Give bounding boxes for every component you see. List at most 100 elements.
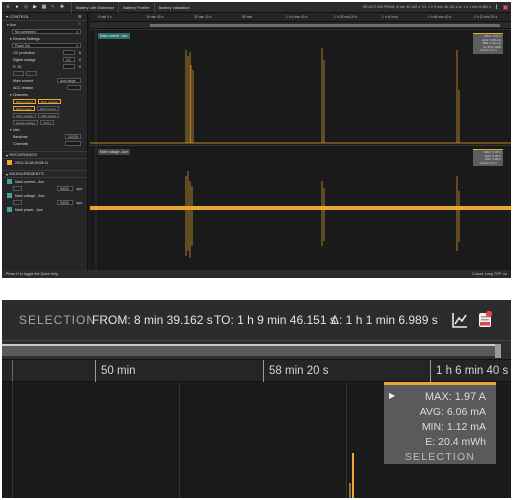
oc-protection-row: OC protection A xyxy=(2,49,87,56)
status-bar: Press H to toggle the Quick Help. Cursor… xyxy=(2,270,511,278)
current-chart[interactable]: Main current - Ace MAX: 1.97 A AVG: 6.06… xyxy=(90,29,511,145)
axis-tick: 1 h 40 min xyxy=(382,15,398,19)
channel-adc-current[interactable]: ADC current xyxy=(36,106,60,111)
axis-tick: 2 h 13 min 20 s xyxy=(474,15,498,19)
scrollbar-thumb[interactable] xyxy=(2,344,501,358)
uart-section[interactable]: ▾ Uart xyxy=(2,126,87,133)
axis-tick: 50 min xyxy=(242,15,253,19)
measurement-checkbox[interactable] xyxy=(7,179,12,184)
channel-gpio[interactable]: GPIO xyxy=(40,120,54,125)
zoom-detail: SELECTION FROM: 8 min 39.162 s TO: 1 h 9… xyxy=(2,300,511,498)
plot-area[interactable]: 0 min 0 s 16 min 40 s 33 min 20 s 50 min… xyxy=(90,13,511,271)
control-header[interactable]: ▾ CONTROL ☰ xyxy=(2,13,87,21)
digital-voltage-input[interactable]: 3.3 xyxy=(63,57,75,62)
voltage-trace xyxy=(90,146,511,271)
channel-buttons-1: Main current Main voltage xyxy=(2,98,87,105)
measurement-1-toggle[interactable] xyxy=(13,186,23,191)
general-settings[interactable]: ▾ General Settings xyxy=(2,35,87,42)
dio-row: D. IO V xyxy=(13,64,81,69)
measurement-2-rate[interactable]: 50000 xyxy=(57,200,73,205)
stat-min: MIN: 1.12 mA xyxy=(421,421,486,433)
stat-max: MAX: 1.97 A xyxy=(424,391,486,403)
zoom-icon[interactable]: ◇ xyxy=(23,4,29,10)
chart-icon[interactable] xyxy=(451,311,469,329)
chart-stats-box: MAX: 3.33 V AVG: 3.30 V MIN: 3.28 V SELE… xyxy=(473,149,503,167)
measurement-1-rate[interactable]: 50000 xyxy=(57,186,73,191)
stat-line: SELECTION xyxy=(479,48,497,53)
channel-main-current[interactable]: Main current xyxy=(13,99,36,104)
axis-tick: 1 h 56 min 40 s xyxy=(428,15,452,19)
recording-item[interactable]: 2024-10-08 09:08:11 xyxy=(2,159,87,166)
measurement-2-toggle[interactable] xyxy=(13,200,23,205)
axis-edge xyxy=(12,360,18,382)
selection-delta: Δ: 1 h 1 min 6.989 s xyxy=(331,313,438,327)
info-icon[interactable]: ⓘ xyxy=(77,22,81,27)
chart-icon[interactable]: ⌇ xyxy=(493,4,500,11)
channel-adc-voltage[interactable]: ADC voltage xyxy=(13,113,36,118)
settings-icon[interactable]: ☰ xyxy=(78,14,82,19)
digital-voltage-row: Digital voltage 3.3 V xyxy=(13,57,81,62)
export-icon[interactable]: ▣ xyxy=(502,4,509,11)
device-select[interactable]: Not connected ▾ xyxy=(12,29,81,34)
selection-from: FROM: 8 min 39.162 s xyxy=(92,313,213,327)
record-icon[interactable]: ● xyxy=(14,4,20,10)
expand-arrow-icon[interactable]: ▶ xyxy=(389,391,395,400)
stat-energy: E: 20.4 mWh xyxy=(425,436,486,448)
uart-channels-row: Channels xyxy=(2,140,87,147)
tab-battery-profiler[interactable]: Battery Profiler xyxy=(118,2,153,13)
oc-unit: A xyxy=(78,50,81,55)
adc-resistor-row: ADC resistor xyxy=(2,84,87,91)
export-icon[interactable] xyxy=(476,311,494,329)
measurements-header[interactable]: ▾ MEASUREMENTS xyxy=(2,170,87,178)
uart-channels-input[interactable] xyxy=(65,141,81,146)
measurement-checkbox[interactable] xyxy=(7,207,12,212)
io-button-b[interactable] xyxy=(26,71,38,76)
main-current-range[interactable]: Auto range xyxy=(57,78,81,83)
recordings-header[interactable]: ▾ RECORDINGS xyxy=(2,151,87,159)
axis-tick: 58 min 20 s xyxy=(263,360,328,382)
move-icon[interactable]: ✥ xyxy=(59,4,65,10)
oc-protection-input[interactable] xyxy=(63,50,75,55)
dio-input[interactable] xyxy=(63,64,75,69)
channel-buttons-3: ADC voltage ADC power xyxy=(2,112,87,119)
voltage-chart[interactable]: Main voltage - Ace MAX: 3.33 V AVG: 3.30… xyxy=(90,145,511,271)
baudrate-input[interactable]: 115200 xyxy=(65,134,81,139)
power-mode-select[interactable]: Power Out ▾ xyxy=(12,43,81,48)
axis-tick: 1 h 6 min 40 s xyxy=(430,360,508,382)
measurement-3[interactable]: Main power - Ace xyxy=(2,206,87,213)
measurement-checkbox[interactable] xyxy=(7,193,12,198)
channels-section[interactable]: ▾ Channels xyxy=(2,91,87,98)
stat-selection-label: SELECTION xyxy=(404,451,476,463)
axis-tick: 33 min 20 s xyxy=(194,15,212,19)
io-buttons-row xyxy=(2,70,87,77)
axis-tick: 1 h 23 min 20 s xyxy=(334,15,358,19)
digital-voltage-label: Digital voltage xyxy=(13,57,36,62)
measurement-1[interactable]: Main current - Ace xyxy=(2,178,87,185)
adc-resistor-input[interactable] xyxy=(67,85,81,90)
power-mode-row: Power Out ▾ xyxy=(2,42,87,49)
overview-scrollbar[interactable] xyxy=(90,22,511,29)
device-row: ▾ Ace ⓘ xyxy=(7,22,81,27)
grid-icon[interactable]: ▦ xyxy=(41,4,47,10)
channel-main-voltage[interactable]: Main voltage xyxy=(37,99,61,104)
tab-battery-validation[interactable]: Battery Validation xyxy=(153,2,194,13)
chart-title: Main current - Ace xyxy=(98,33,130,39)
tab-battery-life[interactable]: Battery Life Estimator xyxy=(71,2,118,13)
channel-sense-voltage[interactable]: Sense voltage xyxy=(13,120,39,125)
pointer-icon[interactable]: ↖ xyxy=(50,4,56,10)
chart-title: Main voltage - Ace xyxy=(98,149,130,155)
stat-line: SELECTION xyxy=(479,160,497,165)
measurement-2[interactable]: Main voltage - Ace xyxy=(2,192,87,199)
selection-stats-box: ▶ MAX: 1.97 A AVG: 6.06 mA MIN: 1.12 mA … xyxy=(384,382,496,464)
oc-protection-label: OC protection xyxy=(13,50,36,55)
selection-to: TO: 1 h 9 min 46.151 s xyxy=(214,313,336,327)
top-bar: ≡ ● ◇ ▶ ▦ ↖ ✥ Battery Life Estimator Bat… xyxy=(2,2,511,13)
play-icon[interactable]: ▶ xyxy=(32,4,38,10)
zoom-scrollbar[interactable] xyxy=(2,340,511,360)
channel-adc-power[interactable]: ADC power xyxy=(37,113,60,118)
channel-main-power[interactable]: Main power xyxy=(13,106,35,111)
io-button-a[interactable] xyxy=(13,71,25,76)
menu-icon[interactable]: ≡ xyxy=(5,4,11,10)
main-current-row: Main current Auto range xyxy=(2,77,87,84)
scrollbar-thumb[interactable] xyxy=(150,24,500,27)
